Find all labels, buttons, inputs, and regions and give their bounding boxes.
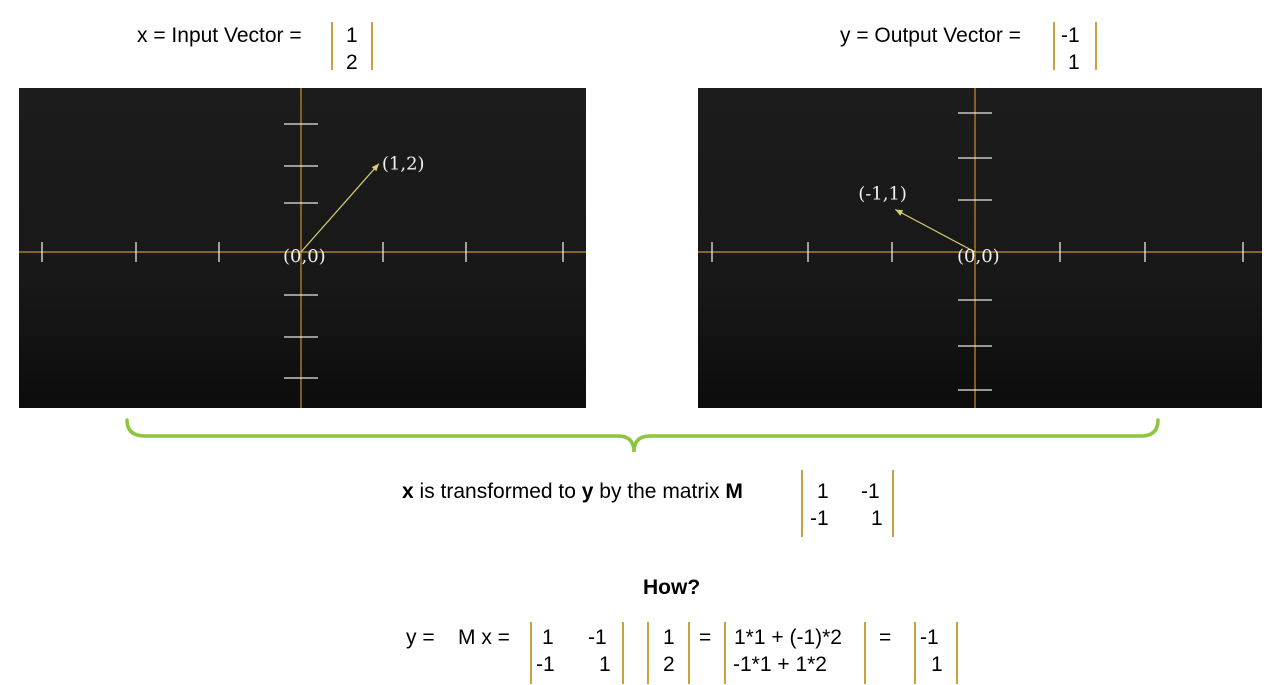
matrix-bracket [622, 622, 624, 684]
matrix-cell: -1 [588, 626, 607, 649]
input-vector-value: 2 [346, 51, 358, 74]
matrix-cell: -1 [536, 653, 555, 676]
matrix-bracket [331, 22, 333, 70]
matrix-bracket [801, 470, 803, 537]
matrix-bracket [1053, 22, 1055, 70]
expanded-row: 1*1 + (-1)*2 [734, 626, 842, 649]
result-cell: 1 [931, 653, 943, 676]
matrix-bracket [724, 622, 726, 684]
output-vector-plot: (0,0) (-1,1) [698, 88, 1262, 408]
equation-mx: M x = [458, 626, 510, 649]
input-vector-label: x = Input Vector = [137, 24, 302, 47]
vector-cell: 1 [663, 626, 675, 649]
matrix-bracket [371, 22, 373, 70]
vector-cell: 2 [663, 653, 675, 676]
origin-label: (0,0) [957, 246, 1000, 267]
vector-label: (1,2) [382, 154, 425, 175]
output-vector-value: 1 [1068, 51, 1080, 74]
result-cell: -1 [920, 626, 939, 649]
equals-sign: = [699, 626, 712, 649]
output-vector-value: -1 [1061, 24, 1080, 47]
matrix-bracket [892, 470, 894, 537]
matrix-cell: 1 [542, 626, 554, 649]
output-vector-plot-svg: (0,0) (-1,1) [698, 88, 1262, 408]
input-vector-plot: (0,0) (1,2) [19, 88, 586, 408]
matrix-cell: 1 [817, 480, 829, 503]
matrix-cell: 1 [599, 653, 611, 676]
transformation-statement: x is transformed to y by the matrix M [402, 480, 743, 503]
vector-label: (-1,1) [858, 184, 907, 205]
how-heading: How? [643, 576, 701, 599]
matrix-bracket [864, 622, 866, 684]
matrix-bracket [530, 622, 532, 684]
vector-arrow [300, 163, 380, 253]
expanded-row: -1*1 + 1*2 [733, 653, 827, 676]
curly-brace [125, 418, 1160, 453]
matrix-cell: 1 [871, 507, 883, 530]
origin-label: (0,0) [283, 246, 326, 267]
matrix-bracket [1095, 22, 1097, 70]
matrix-cell: -1 [861, 480, 880, 503]
matrix-bracket [956, 622, 958, 684]
equation-lhs: y = [406, 626, 435, 649]
matrix-bracket [647, 622, 649, 684]
matrix-bracket [914, 622, 916, 684]
input-vector-plot-svg: (0,0) (1,2) [19, 88, 586, 408]
matrix-cell: -1 [810, 507, 829, 530]
matrix-bracket [688, 622, 690, 684]
input-vector-value: 1 [346, 24, 358, 47]
output-vector-label: y = Output Vector = [840, 24, 1021, 47]
equals-sign: = [879, 626, 892, 649]
